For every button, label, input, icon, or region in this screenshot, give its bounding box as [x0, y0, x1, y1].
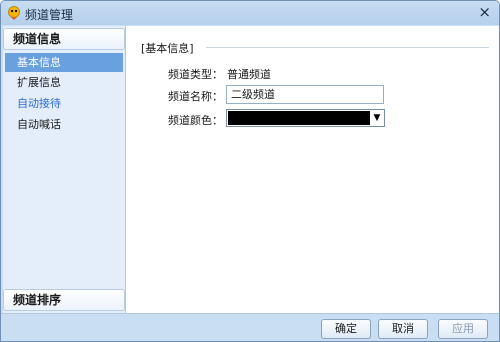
sidebar-item-extended-info[interactable]: 扩展信息	[5, 73, 123, 92]
channel-color-select[interactable]: ▼	[226, 109, 385, 127]
sidebar-group-channel-info[interactable]: 频道信息	[3, 28, 125, 50]
channel-type-value: 普通频道	[227, 68, 271, 81]
dialog-footer: 确定 取消 应用	[1, 313, 499, 341]
window-title: 频道管理	[25, 8, 74, 22]
sidebar-item-basic-info[interactable]: 基本信息	[5, 53, 123, 72]
apply-button[interactable]: 应用	[438, 319, 488, 339]
close-icon[interactable]: ×	[478, 3, 491, 21]
channel-type-label: 频道类型：	[168, 68, 223, 81]
basic-info-panel: [基本信息] 频道类型： 普通频道 频道名称： 二级频道 频道颜色： ▼	[126, 26, 499, 313]
channel-name-label: 频道名称：	[168, 90, 223, 103]
dropdown-arrow-icon[interactable]: ▼	[370, 110, 384, 126]
channel-color-label: 频道颜色：	[168, 114, 223, 127]
cancel-button[interactable]: 取消	[378, 319, 428, 339]
sidebar-item-auto-reception[interactable]: 自动接待	[5, 94, 123, 113]
app-logo-icon	[8, 6, 20, 20]
ok-button[interactable]: 确定	[321, 319, 371, 339]
color-swatch	[228, 111, 370, 125]
sidebar-group-channel-sort[interactable]: 频道排序	[3, 289, 125, 311]
sidebar-item-auto-broadcast[interactable]: 自动喊话	[5, 115, 123, 134]
section-title: [基本信息]	[141, 42, 194, 55]
channel-name-field[interactable]: 二级频道	[226, 85, 384, 104]
title-bar: 频道管理 ×	[1, 1, 499, 25]
channel-manager-window: 频道管理 × 频道信息 基本信息 扩展信息 自动接待 自动喊话 频道排序 [基本…	[0, 0, 500, 342]
sidebar: 频道信息 基本信息 扩展信息 自动接待 自动喊话 频道排序	[3, 26, 126, 313]
section-divider	[206, 47, 489, 48]
